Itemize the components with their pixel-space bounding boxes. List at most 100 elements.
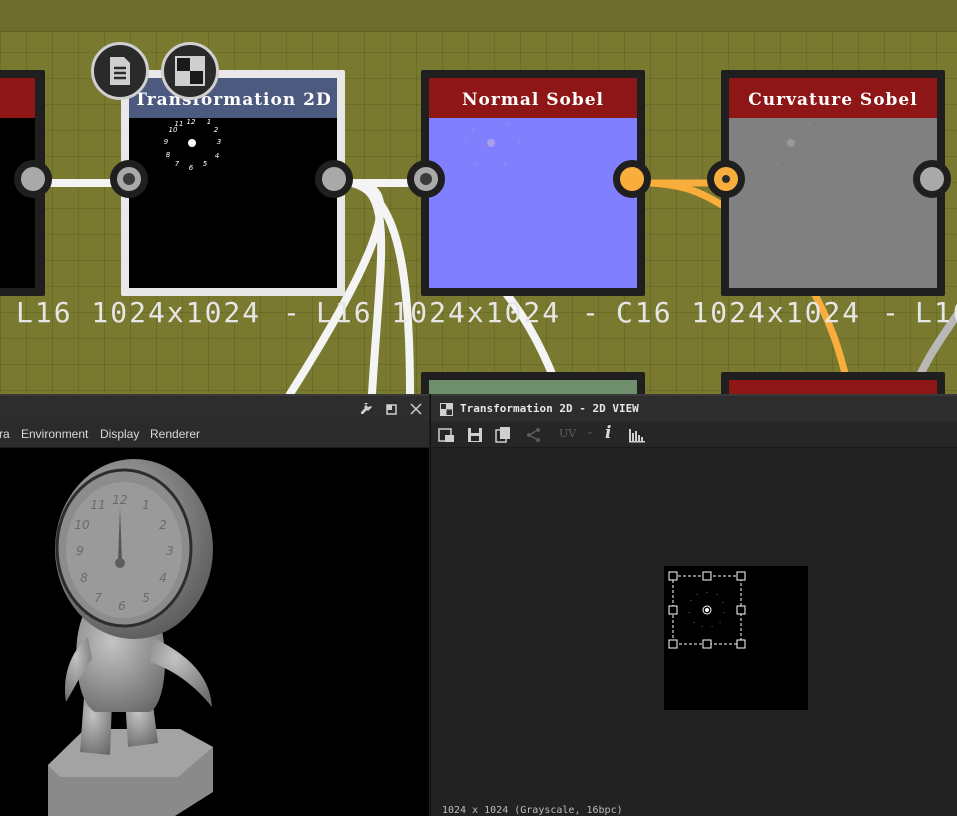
svg-text:◦: ◦	[475, 161, 479, 168]
svg-text:·: ·	[693, 620, 695, 626]
node-thumbnail: 10 11 12 1 2 3 4 5 6 7 8 9	[129, 118, 337, 288]
output-port[interactable]	[913, 160, 951, 198]
svg-text:·: ·	[690, 598, 692, 604]
clock-number: 12	[187, 118, 196, 126]
histogram-icon[interactable]	[628, 426, 646, 444]
resolution-label: L16	[915, 296, 957, 329]
export-icon[interactable]	[438, 426, 456, 444]
svg-text:◦: ◦	[803, 161, 807, 168]
share-icon	[527, 428, 540, 442]
node-graph[interactable]: Transformation 2D 10 11 12 1 2 3 4 5 6 7…	[0, 0, 957, 394]
node-thumbnail	[0, 118, 35, 288]
2d-view-panel[interactable]: Transformation 2D - 2D VIEW UV ⌄ i · · ·…	[430, 394, 957, 816]
wire-transform-down-2	[348, 179, 386, 394]
clock-number: 7	[175, 160, 180, 168]
svg-text:·: ·	[716, 592, 718, 598]
status-bar-text: 1024 x 1024 (Grayscale, 16bpc)	[442, 805, 623, 816]
gizmo-handle	[702, 571, 712, 581]
svg-text:6: 6	[118, 599, 126, 613]
node-partial-red[interactable]	[721, 372, 945, 394]
menu-display[interactable]: Display	[100, 427, 139, 441]
svg-text:◦: ◦	[771, 127, 775, 134]
node-thumbnail: ◦ ◦ ◦ ◦ ◦ ◦	[429, 118, 637, 288]
clock-thumbnail: 10 11 12 1 2 3 4 5 6 7 8 9	[164, 118, 221, 172]
close-icon[interactable]	[408, 402, 424, 418]
svg-text:9: 9	[76, 544, 84, 558]
svg-text:·: ·	[696, 592, 698, 598]
gizmo-handle	[736, 639, 746, 649]
2d-view-toolbar: UV ⌄ i	[431, 422, 957, 448]
clock-number: 9	[164, 138, 169, 146]
menu-camera[interactable]: ra	[0, 427, 10, 441]
svg-text:·: ·	[706, 590, 708, 596]
svg-text:5: 5	[142, 591, 150, 605]
copy-icon[interactable]	[494, 426, 512, 444]
svg-text:·: ·	[719, 620, 721, 626]
input-port-active[interactable]	[707, 160, 745, 198]
pin-icon[interactable]	[358, 402, 374, 418]
menu-renderer[interactable]: Renderer	[150, 427, 200, 441]
svg-text:◦: ◦	[507, 121, 511, 128]
svg-text:12: 12	[112, 493, 127, 507]
svg-text:·: ·	[722, 600, 724, 606]
svg-text:11: 11	[90, 498, 105, 512]
svg-text:◦: ◦	[775, 161, 779, 168]
curvature-thumbnail: ◦◦◦ ◦◦◦	[764, 121, 821, 168]
clock-number: 6	[189, 164, 194, 172]
restore-icon[interactable]	[383, 402, 399, 418]
svg-text:·: ·	[723, 610, 725, 616]
clock-center-dot	[188, 139, 196, 147]
clock-number: 3	[217, 138, 221, 146]
3d-view-panel[interactable]: ra Environment Display Renderer 12 1 2 3…	[0, 394, 429, 816]
document-list-icon[interactable]	[91, 42, 149, 100]
info-button[interactable]: i	[605, 423, 611, 443]
separator: -	[582, 296, 601, 329]
node-thumbnail: ◦ ◦ ◦ ◦ ◦ ◦	[729, 118, 937, 288]
input-port[interactable]	[110, 160, 148, 198]
svg-text:◦: ◦	[471, 127, 475, 134]
clock-number: 11	[175, 120, 184, 128]
node-title-bar	[429, 380, 637, 394]
svg-text:·: ·	[701, 624, 703, 630]
output-port[interactable]	[315, 160, 353, 198]
separator: -	[283, 296, 302, 329]
clock-number: 1	[207, 118, 211, 126]
gizmo-handle	[668, 571, 678, 581]
node-title: Transformation 2D	[129, 78, 337, 118]
output-port-active[interactable]	[613, 160, 651, 198]
node-curvature-sobel[interactable]: Curvature Sobel ◦ ◦ ◦ ◦ ◦ ◦	[721, 70, 945, 296]
svg-text:◦: ◦	[807, 121, 811, 128]
resolution-label: C16 1024x1024	[616, 296, 862, 329]
output-port[interactable]	[14, 160, 52, 198]
node-normal-sobel[interactable]: Normal Sobel ◦ ◦ ◦ ◦ ◦ ◦	[421, 70, 645, 296]
clock-number: 2	[214, 126, 219, 134]
node-transformation-2d[interactable]: Transformation 2D 10 11 12 1 2 3 4 5 6 7…	[121, 70, 345, 296]
svg-text:7: 7	[94, 591, 102, 605]
input-port[interactable]	[407, 160, 445, 198]
resolution-label: L16 1024x1024	[16, 296, 262, 329]
2d-view-canvas[interactable]: · · · · · · · · · · ·	[664, 566, 808, 710]
svg-text:◦: ◦	[464, 139, 468, 146]
svg-text:2: 2	[159, 518, 167, 532]
svg-text:10: 10	[74, 518, 90, 532]
transform-gizmo[interactable]: ·· · · ···· ···	[664, 566, 808, 710]
node-partial-green[interactable]	[421, 372, 645, 394]
uv-dropdown: UV	[559, 427, 577, 440]
svg-text:·: ·	[711, 624, 713, 630]
clock-number: 8	[166, 151, 171, 159]
svg-text:◦: ◦	[517, 139, 521, 146]
chevron-down-icon: ⌄	[586, 427, 594, 437]
gizmo-handle	[702, 639, 712, 649]
svg-text:3: 3	[166, 544, 174, 558]
clock-number: 4	[215, 152, 219, 160]
save-icon[interactable]	[466, 426, 484, 444]
svg-text:◦: ◦	[764, 139, 768, 146]
menu-environment[interactable]: Environment	[21, 427, 88, 441]
node-title	[0, 78, 35, 118]
gizmo-handle	[668, 605, 678, 615]
gizmo-handle	[736, 571, 746, 581]
checker-icon[interactable]	[161, 42, 219, 100]
separator: -	[882, 296, 901, 329]
gizmo-handle	[736, 605, 746, 615]
3d-viewport[interactable]: 12 12 3 45 6 78 9 1011	[0, 447, 429, 816]
